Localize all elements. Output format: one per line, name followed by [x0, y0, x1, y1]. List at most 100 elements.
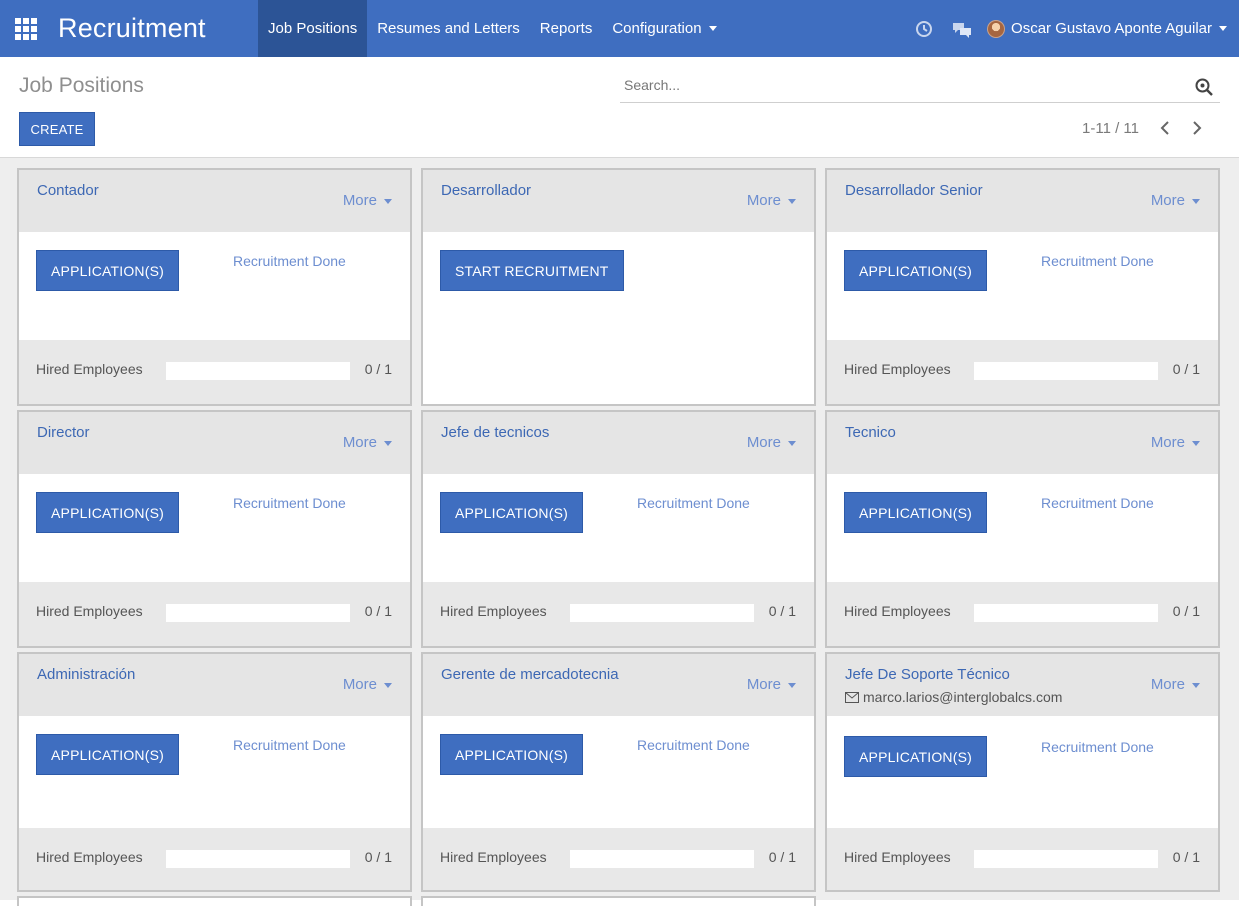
- card-body: APPLICATION(S) Recruitment Done: [423, 474, 814, 582]
- chevron-down-icon: [788, 682, 796, 688]
- create-button[interactable]: CREATE: [19, 112, 95, 146]
- card-title[interactable]: Gerente de mercadotecnia: [441, 666, 619, 683]
- app-brand: Recruitment: [58, 13, 206, 43]
- job-card[interactable]: Desarrollador Senior More APPLICATION(S)…: [825, 168, 1220, 406]
- job-card[interactable]: Jefe de tecnicos More APPLICATION(S) Rec…: [421, 410, 816, 648]
- card-title[interactable]: Desarrollador Senior: [845, 182, 983, 199]
- card-body: APPLICATION(S) Recruitment Done: [19, 474, 410, 582]
- job-card-partial: [421, 896, 816, 906]
- job-card[interactable]: Gerente de mercadotecnia More APPLICATIO…: [421, 652, 816, 892]
- more-dropdown[interactable]: More: [343, 676, 392, 693]
- applications-button[interactable]: APPLICATION(S): [440, 734, 584, 775]
- applications-button[interactable]: APPLICATION(S): [844, 250, 988, 291]
- nav-configuration-label: Configuration: [612, 20, 702, 37]
- more-label: More: [746, 434, 781, 451]
- job-card[interactable]: Tecnico More APPLICATION(S) Recruitment …: [825, 410, 1220, 648]
- more-dropdown[interactable]: More: [747, 676, 796, 693]
- recruitment-done-link[interactable]: Recruitment Done: [233, 495, 346, 511]
- control-panel: Job Positions CREATE 1-11 / 11: [0, 57, 1239, 158]
- job-card[interactable]: Jefe De Soporte Técnico marco.larios@int…: [825, 652, 1220, 892]
- hired-employees-label: Hired Employees: [36, 849, 143, 865]
- hired-count: 0 / 1: [1172, 849, 1200, 865]
- recruitment-done-link[interactable]: Recruitment Done: [1041, 739, 1154, 755]
- card-footer: Hired Employees 0 / 1: [827, 828, 1218, 890]
- job-card[interactable]: Director More APPLICATION(S) Recruitment…: [17, 410, 412, 648]
- card-title[interactable]: Administración: [37, 666, 135, 683]
- search-box: [620, 71, 1220, 103]
- chevron-left-icon[interactable]: [1149, 117, 1181, 139]
- recruitment-done-link[interactable]: Recruitment Done: [637, 495, 750, 511]
- hired-progress-bar: [570, 850, 754, 868]
- chevron-down-icon: [1219, 26, 1227, 31]
- card-body: APPLICATION(S) Recruitment Done: [423, 716, 814, 828]
- hired-employees-label: Hired Employees: [36, 361, 143, 377]
- card-header: Desarrollador Senior More: [827, 170, 1218, 232]
- more-dropdown[interactable]: More: [343, 434, 392, 451]
- nav-resumes-and-letters[interactable]: Resumes and Letters: [367, 0, 530, 57]
- more-dropdown[interactable]: More: [747, 434, 796, 451]
- chevron-down-icon: [788, 440, 796, 446]
- card-footer: Hired Employees 0 / 1: [423, 582, 814, 646]
- applications-button[interactable]: APPLICATION(S): [844, 492, 988, 533]
- hired-progress-bar: [166, 850, 350, 868]
- hired-count: 0 / 1: [364, 849, 392, 865]
- card-title[interactable]: Desarrollador: [441, 182, 531, 199]
- applications-button[interactable]: APPLICATION(S): [36, 734, 180, 775]
- card-header: Gerente de mercadotecnia More: [423, 654, 814, 716]
- search-input[interactable]: [624, 77, 1184, 93]
- applications-button[interactable]: APPLICATION(S): [36, 492, 180, 533]
- job-card[interactable]: Administración More APPLICATION(S) Recru…: [17, 652, 412, 892]
- hired-progress-bar: [974, 604, 1158, 622]
- more-label: More: [1150, 434, 1185, 451]
- card-title[interactable]: Director: [37, 424, 90, 441]
- avatar: [987, 19, 1006, 38]
- search-icon[interactable]: [1194, 77, 1214, 97]
- pager: 1-11 / 11: [1082, 117, 1213, 139]
- card-title[interactable]: Jefe De Soporte Técnico: [845, 666, 1010, 683]
- card-header: Jefe de tecnicos More: [423, 412, 814, 474]
- recruitment-done-link[interactable]: Recruitment Done: [233, 737, 346, 753]
- card-title[interactable]: Tecnico: [845, 424, 896, 441]
- more-dropdown[interactable]: More: [1151, 434, 1200, 451]
- chevron-down-icon: [384, 682, 392, 688]
- chevron-down-icon: [1192, 440, 1200, 446]
- card-body: APPLICATION(S) Recruitment Done: [827, 474, 1218, 582]
- more-dropdown[interactable]: More: [343, 192, 392, 209]
- more-label: More: [1150, 676, 1185, 693]
- card-email[interactable]: marco.larios@interglobalcs.com: [845, 689, 1062, 705]
- more-dropdown[interactable]: More: [1151, 192, 1200, 209]
- more-dropdown[interactable]: More: [747, 192, 796, 209]
- applications-button[interactable]: APPLICATION(S): [36, 250, 180, 291]
- hired-employees-label: Hired Employees: [440, 603, 547, 619]
- top-navbar: Recruitment Job Positions Resumes and Le…: [0, 0, 1239, 57]
- recruitment-done-link[interactable]: Recruitment Done: [1041, 495, 1154, 511]
- applications-button[interactable]: APPLICATION(S): [440, 492, 584, 533]
- hired-employees-label: Hired Employees: [844, 849, 951, 865]
- applications-button[interactable]: APPLICATION(S): [844, 736, 988, 777]
- job-card[interactable]: Desarrollador More START RECRUITMENT: [421, 168, 816, 406]
- card-title[interactable]: Contador: [37, 182, 99, 199]
- apps-grid-icon[interactable]: [0, 0, 52, 57]
- activity-clock-icon[interactable]: [905, 0, 943, 57]
- card-header: Director More: [19, 412, 410, 474]
- nav-configuration[interactable]: Configuration: [602, 0, 726, 57]
- job-card[interactable]: Contador More APPLICATION(S) Recruitment…: [17, 168, 412, 406]
- chat-bubbles-icon[interactable]: [943, 0, 981, 57]
- chevron-right-icon[interactable]: [1181, 117, 1213, 139]
- hired-employees-label: Hired Employees: [36, 603, 143, 619]
- hired-progress-bar: [166, 604, 350, 622]
- recruitment-done-link[interactable]: Recruitment Done: [637, 737, 750, 753]
- more-dropdown[interactable]: More: [1151, 676, 1200, 693]
- nav-job-positions[interactable]: Job Positions: [258, 0, 368, 57]
- card-footer: Hired Employees 0 / 1: [827, 582, 1218, 646]
- nav-reports[interactable]: Reports: [530, 0, 603, 57]
- start-recruitment-button[interactable]: START RECRUITMENT: [440, 250, 624, 291]
- recruitment-done-link[interactable]: Recruitment Done: [233, 253, 346, 269]
- recruitment-done-link[interactable]: Recruitment Done: [1041, 253, 1154, 269]
- chevron-down-icon: [1192, 682, 1200, 688]
- hired-count: 0 / 1: [1172, 603, 1200, 619]
- card-header: Administración More: [19, 654, 410, 716]
- user-menu[interactable]: Oscar Gustavo Aponte Aguilar: [981, 19, 1231, 38]
- card-title[interactable]: Jefe de tecnicos: [441, 424, 549, 441]
- chevron-down-icon: [384, 440, 392, 446]
